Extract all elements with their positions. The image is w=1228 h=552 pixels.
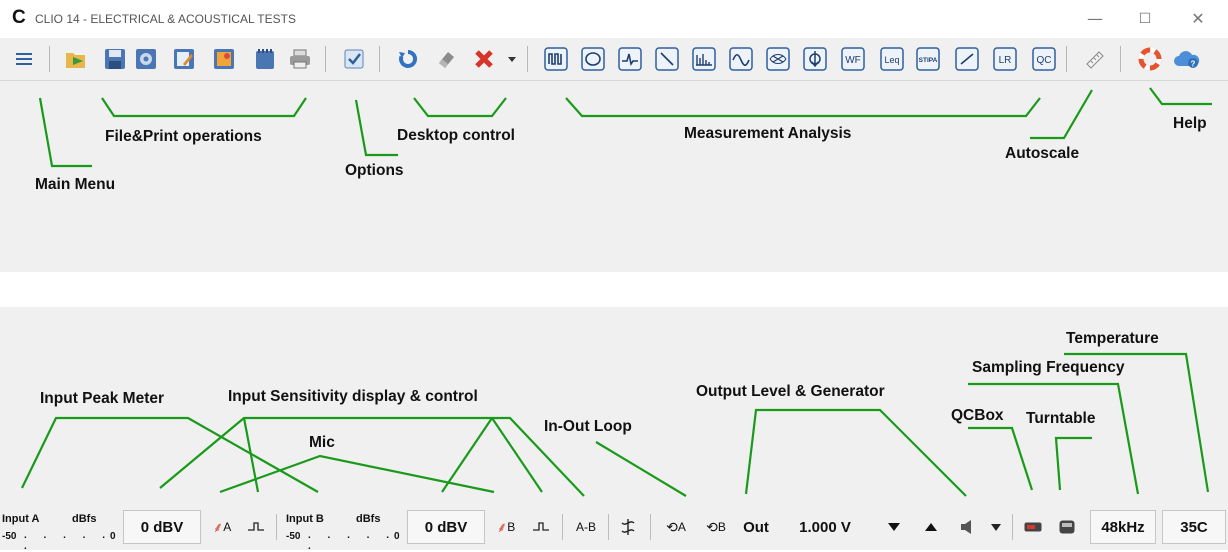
qcbox-button[interactable] bbox=[1020, 510, 1046, 544]
triangle-down-icon bbox=[888, 523, 900, 531]
status-separator bbox=[608, 514, 609, 540]
input-b-unit: dBfs bbox=[356, 513, 381, 525]
triangle-up-icon bbox=[925, 523, 937, 531]
in-out-loop-icon bbox=[621, 519, 635, 535]
phantom-a-button[interactable] bbox=[242, 510, 270, 544]
mic-a-button[interactable]: ⸙ A bbox=[207, 510, 237, 544]
turntable-button[interactable] bbox=[1054, 510, 1080, 544]
input-b-sensitivity[interactable]: 0 dBV bbox=[407, 510, 485, 544]
status-separator bbox=[1012, 514, 1013, 540]
dropdown-arrow-icon bbox=[991, 523, 1001, 531]
input-a-peak-meter[interactable]: Input A dBfs -50 . . . . . . 0 bbox=[2, 508, 120, 552]
callout-turntable: Turntable bbox=[1026, 410, 1096, 427]
callout-measurement-analysis: Measurement Analysis bbox=[684, 125, 852, 142]
loop-icon: ⟲ bbox=[706, 518, 718, 535]
input-b-peak-meter[interactable]: Input B dBfs -50 . . . . . . 0 bbox=[286, 508, 404, 552]
input-a-scale-min: -50 bbox=[2, 531, 17, 542]
output-level-value[interactable]: 1.000 V bbox=[790, 510, 860, 544]
status-separator bbox=[650, 514, 651, 540]
callout-mic: Mic bbox=[309, 434, 335, 451]
status-separator bbox=[276, 514, 277, 540]
output-label: Out bbox=[743, 518, 769, 536]
input-b-scale-min: -50 bbox=[286, 531, 301, 542]
callout-in-out-loop: In-Out Loop bbox=[544, 418, 632, 435]
qcbox-icon bbox=[1024, 522, 1042, 532]
mic-b-label: B bbox=[507, 520, 516, 534]
callout-main-menu: Main Menu bbox=[35, 176, 116, 193]
mic-icon: ⸙ bbox=[212, 518, 224, 535]
sampling-frequency-display[interactable]: 48kHz bbox=[1090, 510, 1156, 544]
loop-a-button[interactable]: ⟲ A bbox=[660, 510, 692, 544]
a-minus-b-button[interactable]: A-B bbox=[569, 510, 603, 544]
loop-a-label: A bbox=[677, 520, 686, 534]
phantom-b-button[interactable] bbox=[527, 510, 555, 544]
mic-icon: ⸙ bbox=[496, 518, 508, 535]
loop-icon: ⟲ bbox=[666, 518, 678, 535]
impulse-icon bbox=[248, 522, 264, 531]
speaker-icon bbox=[961, 520, 971, 534]
loop-b-label: B bbox=[717, 520, 726, 534]
callout-qcbox: QCBox bbox=[951, 407, 1004, 424]
output-decrease-button[interactable] bbox=[884, 510, 904, 544]
callout-help: Help bbox=[1173, 115, 1207, 132]
input-a-label: Input A bbox=[2, 513, 40, 525]
loop-button[interactable] bbox=[615, 510, 641, 544]
callout-input-sensitivity: Input Sensitivity display & control bbox=[228, 388, 478, 405]
output-increase-button[interactable] bbox=[921, 510, 941, 544]
temperature-display[interactable]: 35C bbox=[1162, 510, 1226, 544]
callout-lines bbox=[21, 87, 1212, 497]
input-b-label: Input B bbox=[286, 513, 324, 525]
input-a-unit: dBfs bbox=[72, 513, 97, 525]
input-a-sensitivity[interactable]: 0 dBV bbox=[123, 510, 201, 544]
callout-file-print: File&Print operations bbox=[105, 128, 262, 145]
callout-options: Options bbox=[345, 162, 404, 179]
callout-temperature: Temperature bbox=[1066, 330, 1159, 347]
callout-desktop-control: Desktop control bbox=[397, 127, 515, 144]
callout-input-peak-meter: Input Peak Meter bbox=[40, 390, 165, 407]
mic-a-label: A bbox=[223, 520, 232, 534]
callout-sampling-frequency: Sampling Frequency bbox=[972, 359, 1125, 376]
input-b-scale-max: 0 bbox=[394, 531, 400, 542]
mic-b-button[interactable]: ⸙ B bbox=[491, 510, 521, 544]
generator-button[interactable] bbox=[955, 510, 979, 544]
impulse-icon bbox=[533, 522, 549, 531]
turntable-icon bbox=[1059, 520, 1075, 534]
status-separator bbox=[562, 514, 563, 540]
callout-autoscale: Autoscale bbox=[1005, 145, 1080, 162]
status-bar: Input A dBfs -50 . . . . . . 0 0 dBV ⸙ A … bbox=[0, 508, 1228, 552]
generator-dropdown[interactable] bbox=[988, 510, 1004, 544]
input-a-scale-max: 0 bbox=[110, 531, 116, 542]
loop-b-button[interactable]: ⟲ B bbox=[700, 510, 732, 544]
callout-output-level-generator: Output Level & Generator bbox=[696, 383, 885, 400]
